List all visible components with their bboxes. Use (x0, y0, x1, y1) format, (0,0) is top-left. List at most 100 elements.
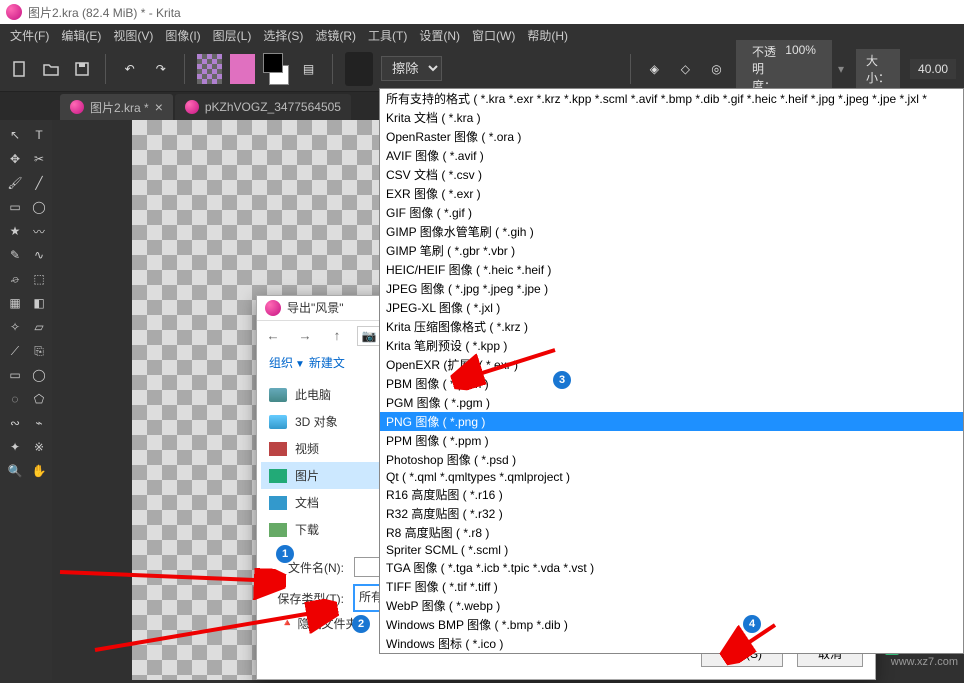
menu-window[interactable]: 窗口(W) (468, 25, 519, 46)
brush-tool[interactable]: 🖌 (4, 172, 26, 194)
format-option[interactable]: JPEG-XL 图像 ( *.jxl ) (380, 298, 963, 317)
save-button[interactable] (70, 55, 93, 83)
format-option[interactable]: R32 高度贴图 ( *.r32 ) (380, 504, 963, 523)
expand-icon[interactable]: 🔺 (281, 618, 293, 629)
format-option[interactable]: OpenEXR (扩展) ( *.exr ) (380, 355, 963, 374)
sel-contig-tool[interactable]: ✦ (4, 436, 26, 458)
menu-help[interactable]: 帮助(H) (523, 25, 572, 46)
gradient-tool-icon[interactable]: ▤ (297, 55, 320, 83)
format-option[interactable]: Krita 文档 ( *.kra ) (380, 108, 963, 127)
measure-tool[interactable]: ⟋ (4, 340, 26, 362)
sel-poly-tool[interactable]: ⬠ (28, 388, 50, 410)
sel-magnetic-tool[interactable]: ⌁ (28, 412, 50, 434)
format-option[interactable]: Krita 压缩图像格式 ( *.krz ) (380, 317, 963, 336)
format-option[interactable]: Krita 笔刷预设 ( *.kpp ) (380, 336, 963, 355)
format-option[interactable]: HEIC/HEIF 图像 ( *.heic *.heif ) (380, 260, 963, 279)
ellipse-tool[interactable]: ◯ (28, 196, 50, 218)
format-option[interactable]: 所有支持的格式 ( *.kra *.exr *.krz *.kpp *.scml… (380, 89, 963, 108)
text-tool[interactable]: T (28, 124, 50, 146)
format-option[interactable]: GIMP 笔刷 ( *.gbr *.vbr ) (380, 241, 963, 260)
sel-ellipse-tool[interactable]: ◯ (28, 364, 50, 386)
nav-forward-button[interactable]: → (293, 324, 317, 348)
menu-image[interactable]: 图像(I) (161, 25, 204, 46)
menu-filter[interactable]: 滤镜(R) (311, 25, 360, 46)
color-picker-tool[interactable]: ⌮ (4, 268, 26, 290)
format-option[interactable]: PPM 图像 ( *.ppm ) (380, 431, 963, 450)
format-option[interactable]: GIF 图像 ( *.gif ) (380, 203, 963, 222)
menu-edit[interactable]: 编辑(E) (57, 25, 105, 46)
menu-view[interactable]: 视图(V) (109, 25, 157, 46)
organize-button[interactable]: 组织▼ (269, 354, 305, 371)
location-icon[interactable]: 📷 (357, 326, 381, 346)
format-option[interactable]: PGM 图像 ( *.pgm ) (380, 393, 963, 412)
fill-tool[interactable]: ⬚ (28, 268, 50, 290)
sidebar-item-obj3d[interactable]: 3D 对象 (261, 408, 382, 435)
format-option[interactable]: JPEG 图像 ( *.jpg *.jpeg *.jpe ) (380, 279, 963, 298)
star-tool[interactable]: ★ (4, 220, 26, 242)
format-option[interactable]: TIFF 图像 ( *.tif *.tiff ) (380, 577, 963, 596)
sidebar-item-doc[interactable]: 文档 (261, 489, 382, 516)
menu-settings[interactable]: 设置(N) (415, 25, 464, 46)
format-option[interactable]: Spriter SCML ( *.scml ) (380, 542, 963, 558)
redo-button[interactable]: ↷ (149, 55, 172, 83)
zoom-tool[interactable]: 🔍 (4, 460, 26, 482)
format-option[interactable]: PBM 图像 ( *.pbm ) (380, 374, 963, 393)
format-option[interactable]: EXR 图像 ( *.exr ) (380, 184, 963, 203)
fg-bg-colors[interactable] (263, 53, 289, 85)
size-value[interactable]: 40.00 (910, 59, 956, 79)
reference-tool[interactable]: ⎘ (28, 340, 50, 362)
format-option[interactable]: R8 高度贴图 ( *.r8 ) (380, 523, 963, 542)
open-button[interactable] (39, 55, 62, 83)
sidebar-item-video[interactable]: 视频 (261, 435, 382, 462)
gradient-tool[interactable]: ◧ (28, 292, 50, 314)
format-option[interactable]: Qt ( *.qml *.qmltypes *.qmlproject ) (380, 469, 963, 485)
format-option[interactable]: CSV 文档 ( *.csv ) (380, 165, 963, 184)
crop-tool[interactable]: ✂ (28, 148, 50, 170)
format-option[interactable]: OpenRaster 图像 ( *.ora ) (380, 127, 963, 146)
menu-tools[interactable]: 工具(T) (364, 25, 411, 46)
sidebar-item-pc[interactable]: 此电脑 (261, 381, 382, 408)
line-tool[interactable]: ╱ (28, 172, 50, 194)
sel-free-tool[interactable]: ◌ (4, 388, 26, 410)
format-option[interactable]: GIMP 图像水管笔刷 ( *.gih ) (380, 222, 963, 241)
freehand-tool[interactable]: ∿ (28, 244, 50, 266)
format-option[interactable]: AVIF 图像 ( *.avif ) (380, 146, 963, 165)
menu-file[interactable]: 文件(F) (6, 25, 53, 46)
tab-doc-1[interactable]: 图片2.kra * × (60, 94, 173, 120)
brush-preview[interactable] (345, 52, 373, 86)
nav-up-button[interactable]: ↑ (325, 324, 349, 348)
sel-rect-tool[interactable]: ▭ (4, 364, 26, 386)
smart-tool[interactable]: ✧ (4, 316, 26, 338)
sel-bezier-tool[interactable]: ∾ (4, 412, 26, 434)
hide-folders-link[interactable]: 隐藏文件夹 (297, 615, 357, 632)
mirror-v-button[interactable]: ◇ (674, 55, 697, 83)
mirror-h-button[interactable]: ◈ (643, 55, 666, 83)
format-option[interactable]: WebP 图像 ( *.webp ) (380, 596, 963, 615)
color-swatch[interactable] (230, 54, 255, 84)
pencil-tool[interactable]: ✎ (4, 244, 26, 266)
nav-back-button[interactable]: ← (261, 324, 285, 348)
blend-mode-select[interactable]: 擦除 (381, 56, 442, 81)
format-option[interactable]: Windows 图标 ( *.ico ) (380, 634, 963, 653)
format-option[interactable]: Photoshop 图像 ( *.psd ) (380, 450, 963, 469)
perspective-tool[interactable]: ▱ (28, 316, 50, 338)
tab-doc-2[interactable]: pKZhVOGZ_3477564505 (175, 94, 351, 120)
pan-tool[interactable]: ✋ (28, 460, 50, 482)
path-tool[interactable]: 〰 (28, 220, 50, 242)
file-format-dropdown-list[interactable]: 所有支持的格式 ( *.kra *.exr *.krz *.kpp *.scml… (379, 88, 964, 654)
format-option[interactable]: R16 高度贴图 ( *.r16 ) (380, 485, 963, 504)
cursor-tool[interactable]: ↖ (4, 124, 26, 146)
sidebar-item-download[interactable]: 下载 (261, 516, 382, 543)
menu-layer[interactable]: 图层(L) (209, 25, 256, 46)
transform-tool[interactable]: ✥ (4, 148, 26, 170)
wrap-button[interactable]: ◎ (705, 55, 728, 83)
sidebar-item-image[interactable]: 图片 (261, 462, 382, 489)
menu-select[interactable]: 选择(S) (259, 25, 307, 46)
close-icon[interactable]: × (155, 99, 163, 115)
new-folder-button[interactable]: 新建文 (309, 354, 345, 371)
rect-tool[interactable]: ▭ (4, 196, 26, 218)
format-option[interactable]: TGA 图像 ( *.tga *.icb *.tpic *.vda *.vst … (380, 558, 963, 577)
format-option[interactable]: PNG 图像 ( *.png ) (380, 412, 963, 431)
sel-similar-tool[interactable]: ※ (28, 436, 50, 458)
undo-button[interactable]: ↶ (118, 55, 141, 83)
